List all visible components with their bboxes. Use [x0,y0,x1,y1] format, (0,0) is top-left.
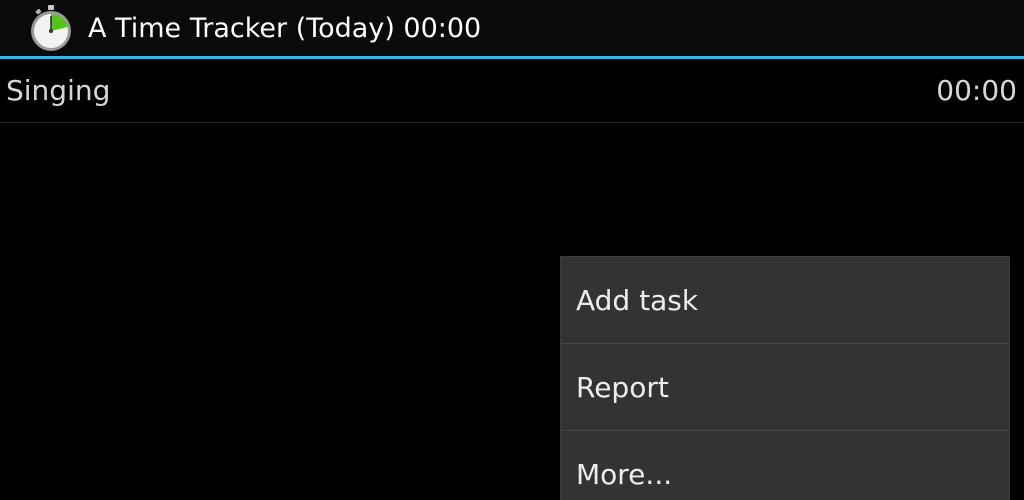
stopwatch-icon[interactable] [26,3,76,53]
menu-item-report[interactable]: Report [561,344,1009,431]
task-name: Singing [6,74,111,107]
action-bar: A Time Tracker (Today) 00:00 [0,0,1024,56]
task-time: 00:00 [936,74,1017,107]
app-screen: A Time Tracker (Today) 00:00 Singing 00:… [0,0,1024,500]
overflow-menu: Add task Report More... [560,256,1010,500]
menu-item-more[interactable]: More... [561,431,1009,500]
menu-item-add-task[interactable]: Add task [561,257,1009,344]
app-title: A Time Tracker (Today) 00:00 [88,12,482,44]
task-row[interactable]: Singing 00:00 [0,59,1024,123]
